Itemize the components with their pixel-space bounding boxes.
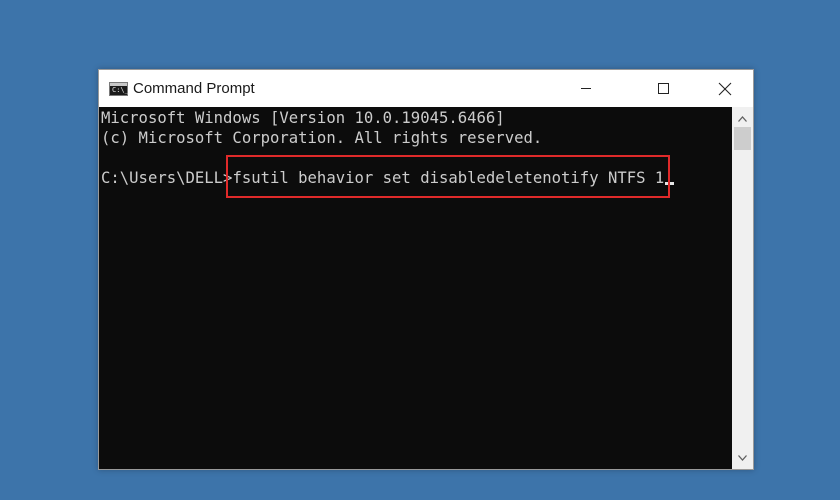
scroll-up-button[interactable] xyxy=(732,110,753,127)
cmd-icon[interactable]: C:\_ xyxy=(109,82,129,96)
close-button[interactable] xyxy=(702,70,748,107)
console-output[interactable]: Microsoft Windows [Version 10.0.19045.64… xyxy=(99,107,732,469)
chevron-down-icon xyxy=(738,454,747,461)
command-highlight-box xyxy=(226,155,670,198)
console-prompt: C:\Users\DELL> xyxy=(101,169,233,187)
chevron-up-icon xyxy=(738,115,747,122)
cmd-icon-glyph: C:\_ xyxy=(112,86,129,94)
console-line-copyright: (c) Microsoft Corporation. All rights re… xyxy=(101,129,543,147)
command-prompt-window[interactable]: C:\_ Command Prompt Microsoft Windows [V… xyxy=(98,69,754,470)
maximize-icon xyxy=(657,83,669,94)
maximize-button[interactable] xyxy=(640,70,686,107)
console-line-version: Microsoft Windows [Version 10.0.19045.64… xyxy=(101,109,505,127)
scroll-down-button[interactable] xyxy=(732,449,753,466)
minimize-icon xyxy=(581,88,591,89)
close-icon xyxy=(718,82,732,95)
vertical-scrollbar[interactable] xyxy=(732,107,753,469)
scroll-thumb[interactable] xyxy=(734,127,751,150)
minimize-button[interactable] xyxy=(563,70,609,107)
title-bar[interactable]: C:\_ Command Prompt xyxy=(99,70,753,107)
window-title: Command Prompt xyxy=(133,80,255,97)
